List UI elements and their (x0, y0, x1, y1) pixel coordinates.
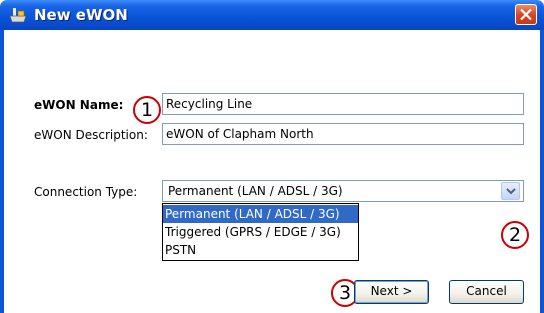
ewon-name-field[interactable]: Recycling Line (162, 93, 524, 115)
cancel-button[interactable]: Cancel (449, 280, 524, 304)
dropdown-button[interactable] (501, 182, 520, 200)
ewon-app-icon (9, 8, 27, 23)
callout-1: 1 (133, 96, 161, 124)
window-title: New eWON (34, 6, 128, 24)
ewon-description-field[interactable]: eWON of Clapham North (162, 123, 524, 145)
ewon-description-label: eWON Description: (34, 128, 148, 142)
callout-2: 2 (501, 221, 529, 249)
option-triggered[interactable]: Triggered (GPRS / EDGE / 3G) (163, 223, 358, 241)
close-button[interactable] (515, 4, 537, 25)
connection-type-value: Permanent (LAN / ADSL / 3G) (168, 184, 343, 198)
connection-type-dropdown: Permanent (LAN / ADSL / 3G) Triggered (G… (162, 203, 359, 261)
window-frame-right (540, 30, 544, 313)
option-permanent[interactable]: Permanent (LAN / ADSL / 3G) (163, 205, 358, 223)
ewon-name-label: eWON Name: (34, 98, 124, 112)
title-bar[interactable]: New eWON (0, 0, 544, 30)
window-frame-left (0, 30, 4, 313)
chevron-down-icon (506, 188, 516, 195)
connection-type-label: Connection Type: (34, 185, 138, 199)
connection-type-select[interactable]: Permanent (LAN / ADSL / 3G) (162, 180, 524, 202)
close-icon (520, 8, 532, 21)
option-pstn[interactable]: PSTN (163, 241, 358, 259)
new-ewon-dialog: New eWON eWON Name: Recycling Line eWON … (0, 0, 544, 313)
next-button[interactable]: Next > (354, 280, 429, 304)
